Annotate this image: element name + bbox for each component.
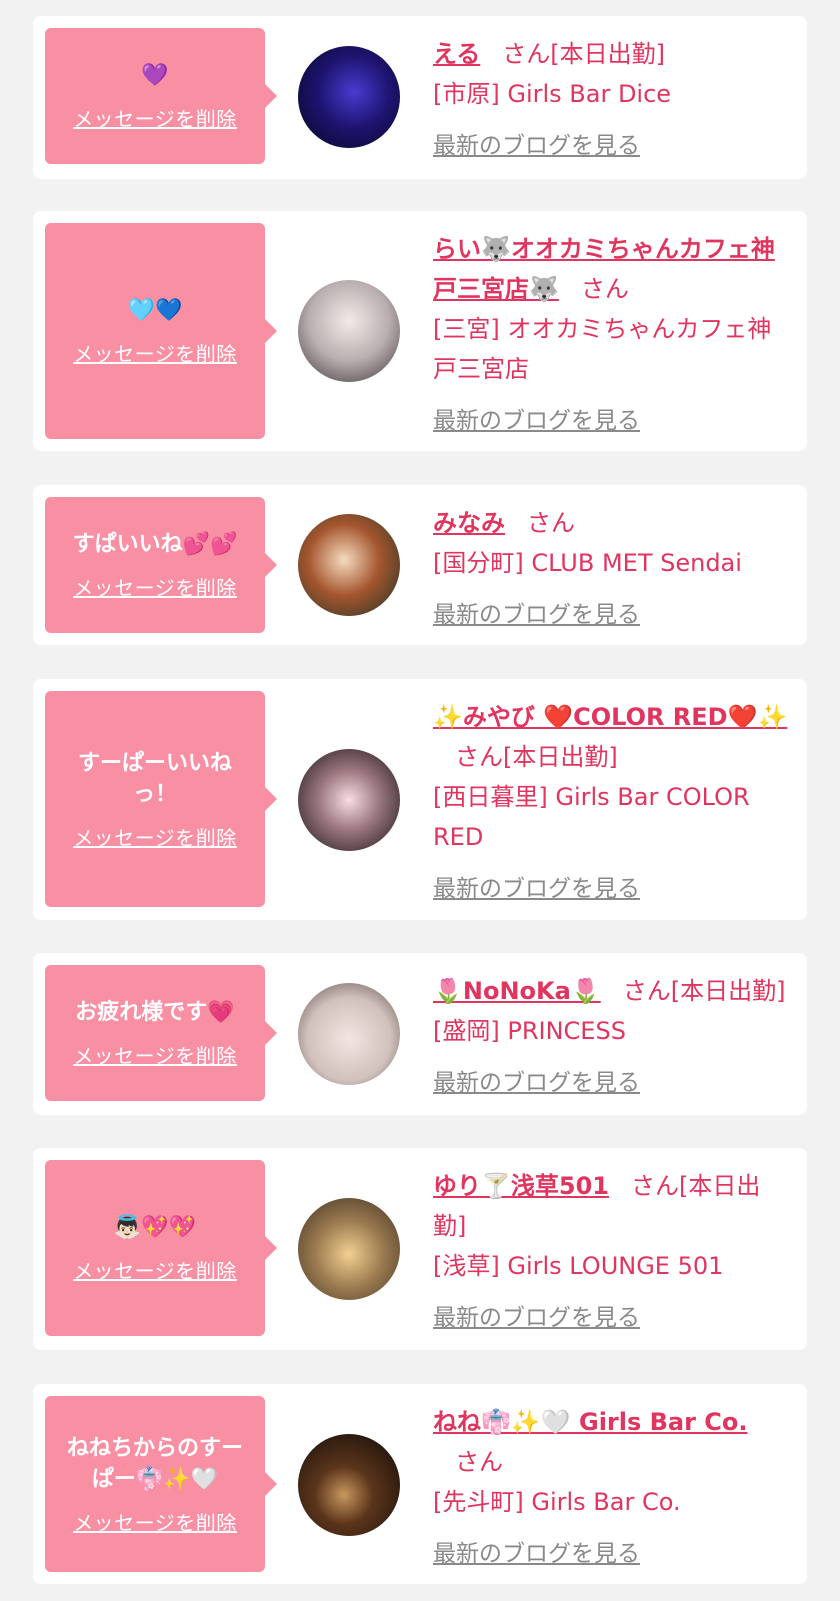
latest-blog-link[interactable]: 最新のブログを見る (433, 401, 791, 441)
message-card: お疲れ様です💗 メッセージを削除 🌷NoNoKa🌷 さん[本日出勤] [盛岡] P… (33, 953, 807, 1115)
message-list: 💜 メッセージを削除 える さん[本日出勤] [市原] Girls Bar Dic… (0, 0, 840, 1601)
message-card: 💜 メッセージを削除 える さん[本日出勤] [市原] Girls Bar Dic… (33, 16, 807, 179)
delete-message-link[interactable]: メッセージを削除 (73, 338, 237, 367)
shop-label: [先斗町] Girls Bar Co. (433, 1488, 681, 1516)
cast-name-link[interactable]: ゆり🍸浅草501 (433, 1172, 609, 1200)
avatar[interactable] (298, 280, 400, 382)
message-text: すぱいいね💕💕 (72, 532, 238, 557)
cast-name-link[interactable]: 🌷NoNoKa🌷 (433, 977, 601, 1005)
cast-info: らい🐺オオカミちゃんカフェ神戸三宮店🐺 さん [三宮] オオカミちゃんカフェ神戸三… (433, 229, 791, 441)
message-bubble: ねねちからのすー ぱー👘✨🤍 メッセージを削除 (45, 1396, 277, 1572)
shop-label: [国分町] CLUB MET Sendai (433, 549, 742, 577)
latest-blog-link[interactable]: 最新のブログを見る (433, 869, 791, 909)
message-bubble: すーぱーいいね っ！ メッセージを削除 (45, 691, 277, 907)
cast-info: ねね👘✨🤍 Girls Bar Co. さん [先斗町] Girls Bar Co… (433, 1402, 791, 1574)
delete-message-link[interactable]: メッセージを削除 (73, 1255, 237, 1284)
honorific: さん (455, 1448, 503, 1476)
cast-name-link[interactable]: ねね👘✨🤍 Girls Bar Co. (433, 1408, 748, 1436)
message-bubble: 🩵💙 メッセージを削除 (45, 223, 277, 439)
status-suffix: [本日出勤] (550, 40, 666, 68)
delete-message-link[interactable]: メッセージを削除 (73, 1507, 237, 1536)
cast-name-link[interactable]: みなみ (433, 509, 505, 537)
honorific: さん (455, 743, 503, 771)
message-bubble: 💜 メッセージを削除 (45, 28, 277, 164)
cast-name-link[interactable]: える (433, 40, 480, 68)
shop-label: [浅草] Girls LOUNGE 501 (433, 1252, 724, 1280)
message-card: 👼🏻💖💖 メッセージを削除 ゆり🍸浅草501 さん[本日出勤] [浅草] Girl… (33, 1148, 807, 1350)
cast-info: ゆり🍸浅草501 さん[本日出勤] [浅草] Girls LOUNGE 501 最… (433, 1166, 791, 1338)
honorific: さん (527, 509, 575, 537)
status-suffix: [本日出勤] (503, 743, 618, 771)
avatar[interactable] (298, 749, 400, 851)
avatar[interactable] (298, 46, 400, 148)
cast-info: 🌷NoNoKa🌷 さん[本日出勤] [盛岡] PRINCESS 最新のブログを見る (433, 971, 791, 1103)
message-card: ねねちからのすー ぱー👘✨🤍 メッセージを削除 ねね👘✨🤍 Girls Bar … (33, 1384, 807, 1584)
latest-blog-link[interactable]: 最新のブログを見る (433, 126, 791, 166)
delete-message-link[interactable]: メッセージを削除 (73, 103, 237, 132)
honorific: さん (622, 977, 671, 1005)
cast-name-link[interactable]: ✨みやび ❤️COLOR RED❤️✨ (433, 703, 787, 731)
message-text: ねねちからのすー ぱー👘✨🤍 (66, 1435, 243, 1492)
delete-message-link[interactable]: メッセージを削除 (73, 1040, 237, 1069)
shop-label: [西日暮里] Girls Bar COLOR RED (433, 783, 750, 851)
avatar[interactable] (298, 514, 400, 616)
latest-blog-link[interactable]: 最新のブログを見る (433, 595, 791, 635)
message-text: 🩵💙 (127, 298, 183, 323)
delete-message-link[interactable]: メッセージを削除 (73, 572, 237, 601)
latest-blog-link[interactable]: 最新のブログを見る (433, 1534, 791, 1574)
message-bubble: 👼🏻💖💖 メッセージを削除 (45, 1160, 277, 1336)
message-bubble: お疲れ様です💗 メッセージを削除 (45, 965, 277, 1101)
message-card: 🩵💙 メッセージを削除 らい🐺オオカミちゃんカフェ神戸三宮店🐺 さん [三宮] オ… (33, 211, 807, 451)
avatar[interactable] (298, 1198, 400, 1300)
message-text: 👼🏻💖💖 (113, 1215, 197, 1240)
honorific: さん (502, 40, 551, 68)
avatar[interactable] (298, 983, 400, 1085)
message-text: すーぱーいいね っ！ (77, 750, 232, 807)
message-card: すぱいいね💕💕 メッセージを削除 みなみ さん [国分町] CLUB MET Se… (33, 485, 807, 645)
message-text: お疲れ様です💗 (75, 1000, 235, 1025)
status-suffix: [本日出勤] (670, 977, 786, 1005)
delete-message-link[interactable]: メッセージを削除 (73, 822, 237, 851)
honorific: さん (630, 1172, 679, 1200)
message-bubble: すぱいいね💕💕 メッセージを削除 (45, 497, 277, 633)
latest-blog-link[interactable]: 最新のブログを見る (433, 1063, 791, 1103)
cast-info: える さん[本日出勤] [市原] Girls Bar Dice 最新のブログを見る (433, 34, 791, 166)
shop-label: [盛岡] PRINCESS (433, 1017, 626, 1045)
message-card: すーぱーいいね っ！ メッセージを削除 ✨みやび ❤️COLOR RED❤️✨ さ… (33, 679, 807, 920)
latest-blog-link[interactable]: 最新のブログを見る (433, 1298, 791, 1338)
shop-label: [市原] Girls Bar Dice (433, 80, 672, 108)
cast-info: みなみ さん [国分町] CLUB MET Sendai 最新のブログを見る (433, 503, 791, 635)
message-text: 💜 (141, 63, 169, 88)
cast-info: ✨みやび ❤️COLOR RED❤️✨ さん[本日出勤] [西日暮里] Girls… (433, 697, 791, 909)
shop-label: [三宮] オオカミちゃんカフェ神戸三宮店 (433, 315, 772, 383)
honorific: さん (580, 275, 629, 303)
avatar[interactable] (298, 1434, 400, 1536)
